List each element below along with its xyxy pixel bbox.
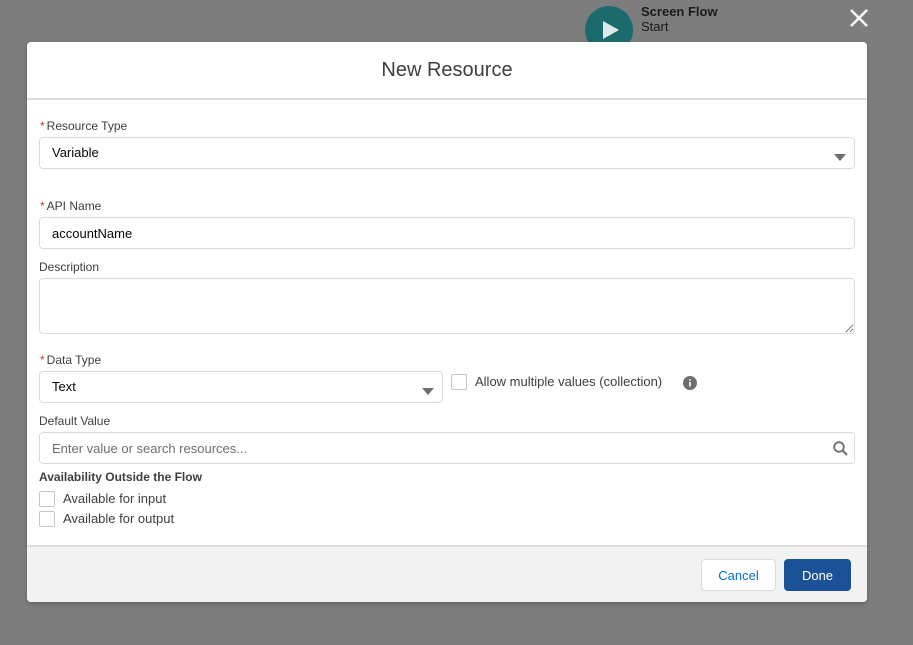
start-node-subtitle: Start xyxy=(641,19,669,34)
data-type-select[interactable]: Text xyxy=(39,371,443,403)
description-label: Description xyxy=(39,260,100,274)
api-name-label: * API Name xyxy=(40,199,101,213)
availability-title: Availability Outside the Flow xyxy=(39,470,202,484)
search-icon[interactable] xyxy=(833,441,848,461)
resource-type-select[interactable]: Variable xyxy=(39,137,855,169)
required-marker: * xyxy=(40,199,45,213)
info-icon[interactable] xyxy=(683,376,697,395)
modal-header: New Resource xyxy=(27,42,867,100)
cancel-button[interactable]: Cancel xyxy=(701,559,776,591)
start-node-title: Screen Flow xyxy=(641,4,718,19)
chevron-down-icon xyxy=(422,383,434,401)
chevron-down-icon xyxy=(834,149,846,167)
default-value-input[interactable] xyxy=(39,432,855,464)
data-type-label: * Data Type xyxy=(40,353,101,367)
api-name-label-text: API Name xyxy=(46,199,102,213)
allow-multiple-checkbox[interactable] xyxy=(451,374,467,390)
allow-multiple-label: Allow multiple values (collection) xyxy=(475,374,663,389)
available-input-checkbox[interactable] xyxy=(39,491,55,507)
modal-footer: Cancel Done xyxy=(27,545,867,602)
new-resource-modal: New Resource * Resource Type Variable * AP… xyxy=(27,42,867,602)
modal-title: New Resource xyxy=(381,58,513,81)
data-type-value: Text xyxy=(52,379,76,394)
available-input-label: Available for input xyxy=(63,491,167,506)
resource-type-label-text: Resource Type xyxy=(46,119,128,133)
resource-type-label: * Resource Type xyxy=(40,119,127,133)
available-output-checkbox[interactable] xyxy=(39,511,55,527)
done-button[interactable]: Done xyxy=(784,559,851,591)
default-value-label: Default Value xyxy=(39,414,111,428)
api-name-input[interactable] xyxy=(39,217,855,249)
resource-type-value: Variable xyxy=(52,145,99,160)
close-icon[interactable] xyxy=(846,5,872,31)
available-output-label: Available for output xyxy=(63,511,175,526)
data-type-label-text: Data Type xyxy=(46,353,102,367)
required-marker: * xyxy=(40,119,45,133)
description-textarea[interactable] xyxy=(39,278,855,334)
required-marker: * xyxy=(40,353,45,367)
